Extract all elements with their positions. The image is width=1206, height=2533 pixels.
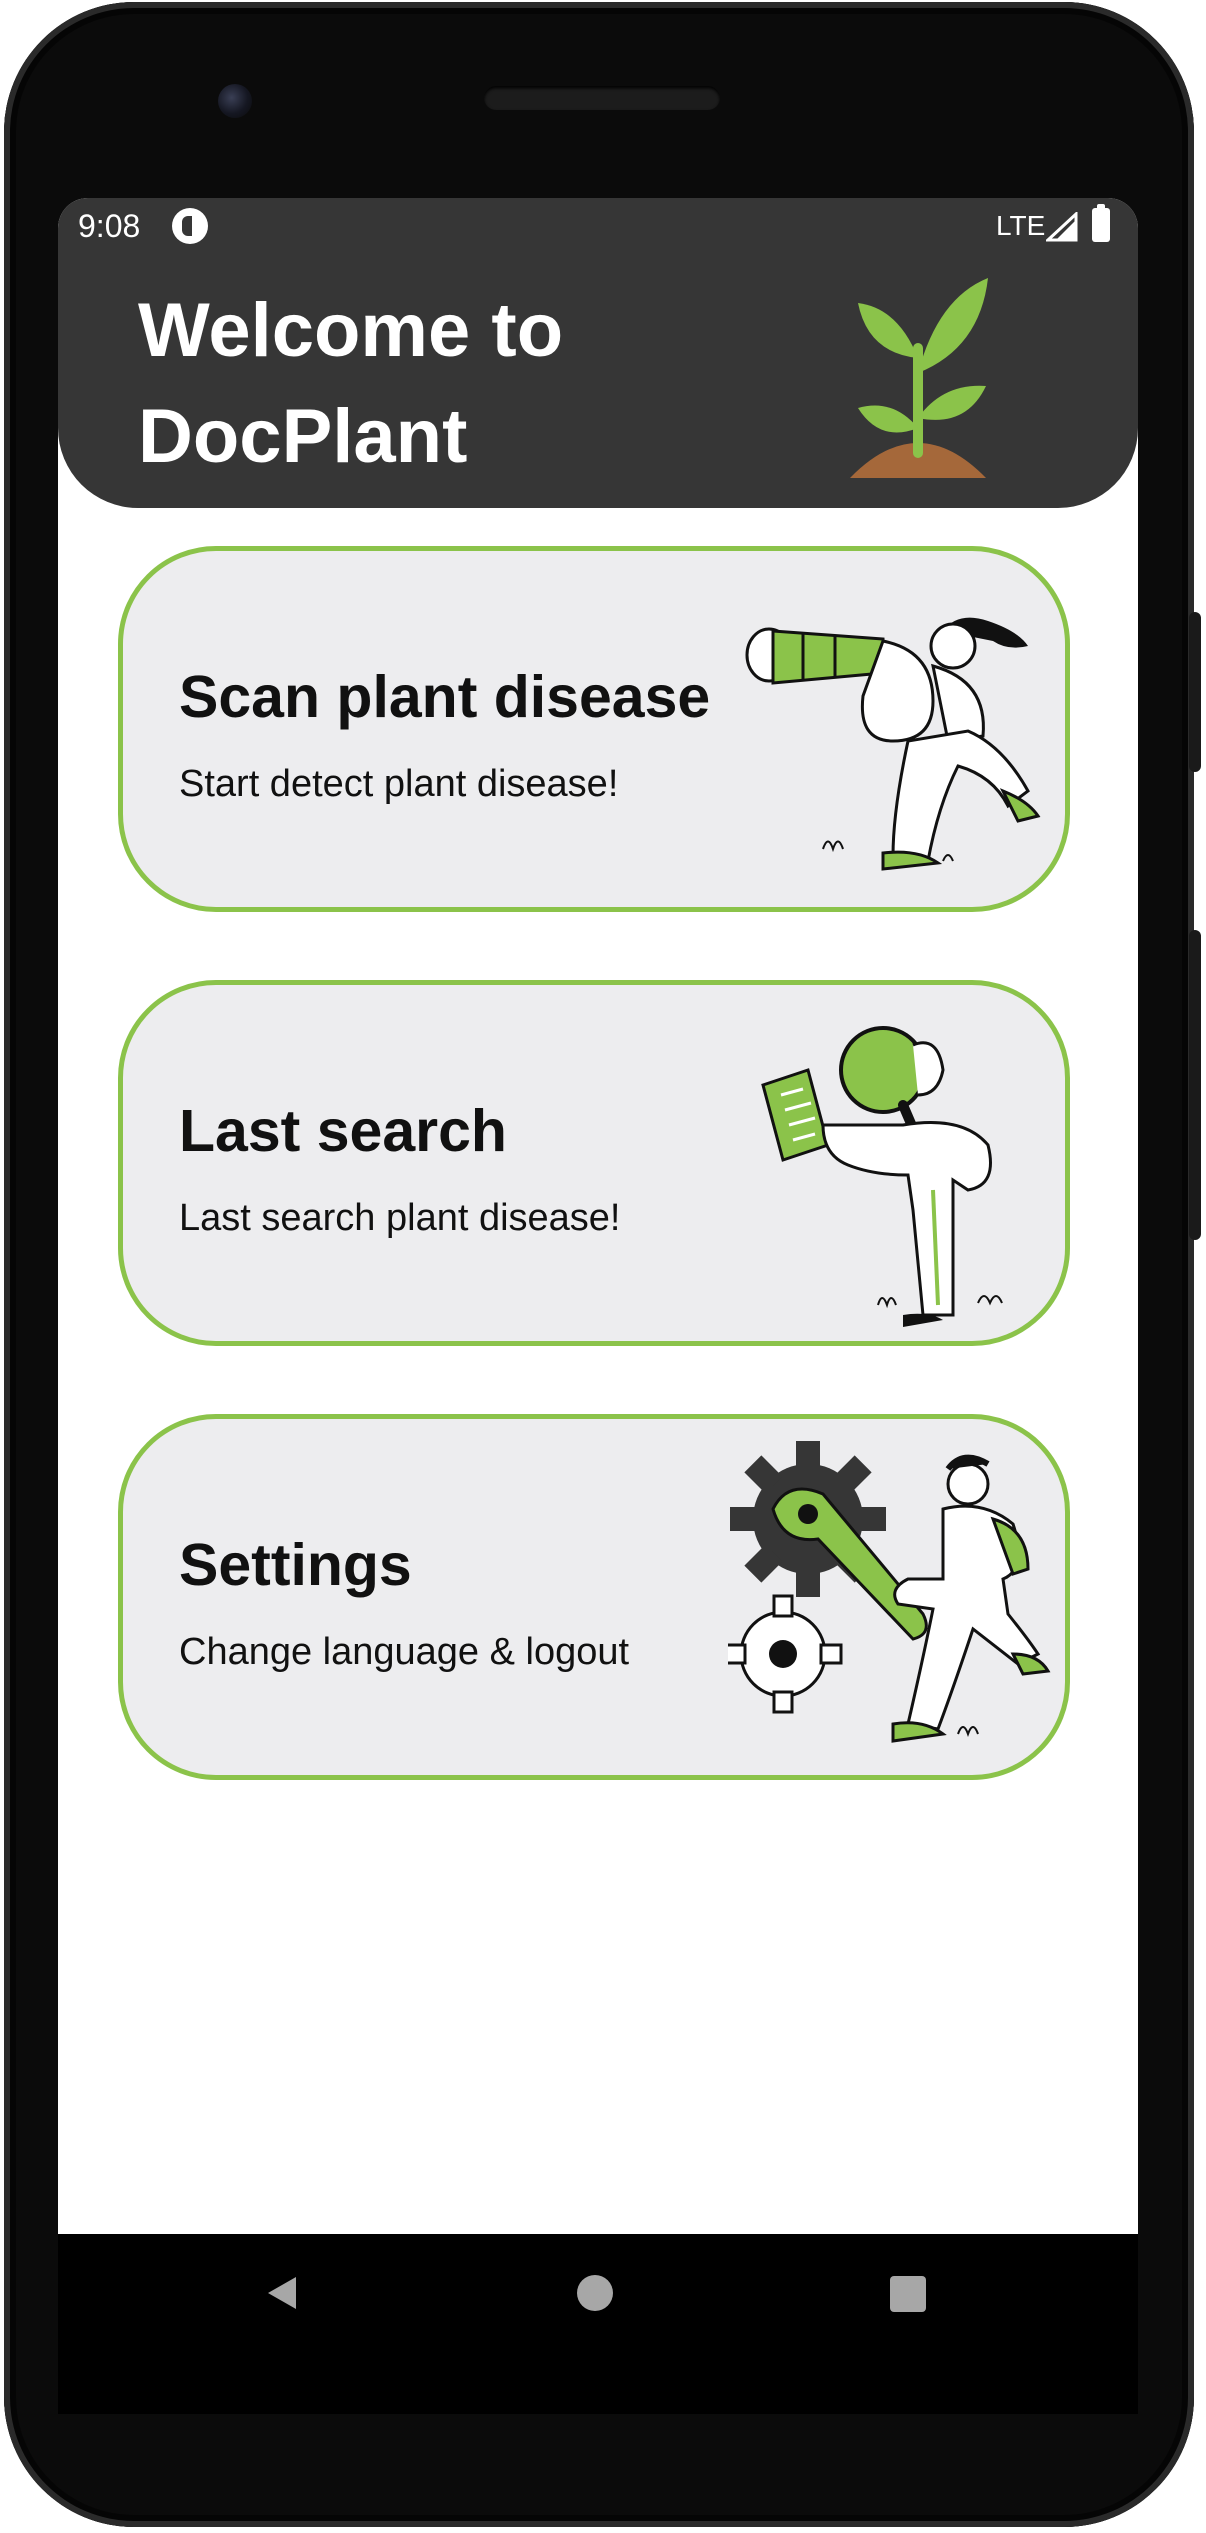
- status-time: 9:08: [78, 208, 141, 244]
- card-subtitle: Change language & logout: [179, 1631, 630, 1673]
- welcome-header: 9:08 LTE Welcome to DocPlant: [58, 198, 1138, 508]
- card-title: Scan plant disease: [179, 664, 711, 730]
- person-with-magnifier-illustration: [761, 1026, 1003, 1327]
- signal-icon: [1046, 212, 1078, 242]
- title-line-2: DocPlant: [138, 394, 468, 479]
- volume-button: [1189, 930, 1201, 1240]
- card-title: Settings: [179, 1532, 412, 1598]
- power-button: [1189, 612, 1201, 772]
- scan-plant-disease-card[interactable]: Scan plant disease Start detect plant di…: [118, 546, 1070, 912]
- app-screen: 9:08 LTE Welcome to DocPlant Scan plant …: [58, 198, 1138, 2234]
- sprout-icon: [850, 278, 988, 478]
- card-subtitle: Start detect plant disease!: [179, 763, 619, 805]
- network-type: LTE: [996, 210, 1046, 241]
- last-search-card[interactable]: Last search Last search plant disease!: [118, 980, 1070, 1346]
- title-line-1: Welcome to: [138, 288, 564, 373]
- page-title: Welcome to DocPlant: [138, 278, 738, 490]
- person-with-gears-wrench-illustration: [728, 1441, 1051, 1743]
- card-title: Last search: [179, 1098, 507, 1164]
- app-notification-icon: [172, 208, 208, 244]
- earpiece-speaker: [484, 86, 720, 110]
- card-subtitle: Last search plant disease!: [179, 1197, 621, 1239]
- battery-icon: [1092, 204, 1110, 242]
- back-icon[interactable]: [262, 2273, 302, 2313]
- system-nav-bar: [58, 2234, 1138, 2414]
- person-with-telescope-illustration: [745, 617, 1041, 871]
- recent-apps-icon[interactable]: [890, 2276, 926, 2312]
- front-camera: [218, 84, 252, 118]
- settings-card[interactable]: Settings Change language & logout: [118, 1414, 1070, 1780]
- home-icon[interactable]: [577, 2275, 613, 2311]
